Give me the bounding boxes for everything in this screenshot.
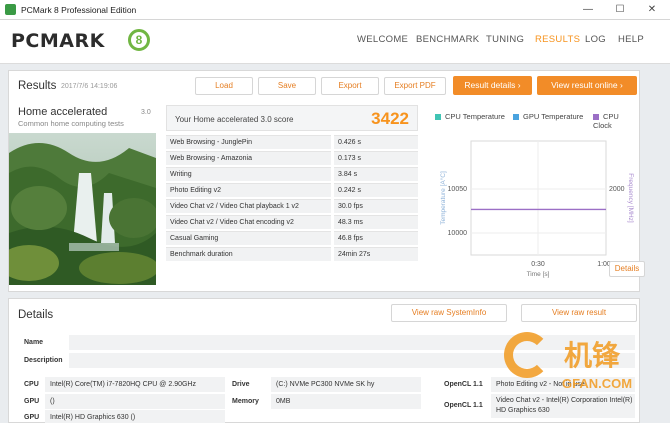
result-details-button[interactable]: Result details › — [453, 76, 532, 95]
result-rows: Web Browsing - JunglePin 0.426 s Web Bro… — [166, 135, 418, 263]
gpu-label: GPU — [24, 398, 40, 405]
table-row: Casual Gaming 46.8 fps — [166, 231, 418, 245]
app-icon — [5, 4, 16, 15]
view-result-online-button[interactable]: View result online › — [537, 76, 637, 95]
nav-welcome[interactable]: WELCOME — [357, 34, 408, 45]
save-button[interactable]: Save — [258, 77, 316, 95]
row-label: Web Browsing - JunglePin — [166, 135, 331, 149]
table-row: Writing 3.84 s — [166, 167, 418, 181]
name-label: Name — [24, 339, 44, 346]
gpu-value: Intel(R) HD Graphics 630 () — [45, 410, 225, 423]
left-axis-label: Temperature [A°C] — [439, 171, 447, 225]
opencl-label: OpenCL 1.1 — [444, 402, 483, 409]
chart-details-button[interactable]: Details — [609, 261, 645, 277]
details-title: Details — [18, 309, 54, 321]
description-label: Description — [24, 357, 63, 364]
benchmark-subtitle: Common home computing tests — [18, 119, 124, 128]
score-label: Your Home accelerated 3.0 score — [175, 115, 294, 124]
row-label: Video Chat v2 / Video Chat playback 1 v2 — [166, 199, 331, 213]
chevron-right-icon: › — [620, 80, 623, 90]
result-details-label: Result details — [464, 80, 516, 90]
maximize-button[interactable]: ☐ — [604, 0, 636, 20]
load-button[interactable]: Load — [195, 77, 253, 95]
row-label: Benchmark duration — [166, 247, 331, 261]
view-result-online-label: View result online — [551, 80, 618, 90]
gpu-label: GPU — [24, 414, 40, 421]
table-row: Web Browsing - JunglePin 0.426 s — [166, 135, 418, 149]
nav-benchmark[interactable]: BENCHMARK — [416, 34, 479, 45]
watermark-cn-text: 机锋 — [564, 339, 621, 372]
row-value: 48.3 ms — [334, 215, 418, 229]
window-title: PCMark 8 Professional Edition — [21, 5, 137, 15]
row-label: Writing — [166, 167, 331, 181]
row-value: 30.0 fps — [334, 199, 418, 213]
results-date: 2017/7/6 14:19:06 — [61, 83, 118, 90]
results-panel: Results 2017/7/6 14:19:06 Load Save Expo… — [8, 70, 645, 292]
chart-plot: 10050 10000 2000 0:30 1:00 Time [s] Temp… — [439, 140, 634, 278]
left-tick-label: 10000 — [448, 230, 468, 237]
row-value: 0.242 s — [334, 183, 418, 197]
view-raw-result-button[interactable]: View raw result — [521, 304, 637, 322]
chevron-right-icon: › — [517, 80, 521, 90]
left-tick-label: 10050 — [448, 186, 468, 193]
benchmark-version: 3.0 — [141, 109, 151, 116]
close-button[interactable]: ✕ — [636, 0, 668, 20]
nav-results[interactable]: RESULTS — [535, 34, 580, 45]
pcmark-logo: PCMARK — [11, 30, 105, 52]
memory-value: 0MB — [271, 394, 421, 409]
export-pdf-button[interactable]: Export PDF — [384, 77, 446, 95]
row-label: Web Browsing - Amazonia — [166, 151, 331, 165]
row-value: 0.426 s — [334, 135, 418, 149]
benchmark-card: Home accelerated 3.0 Common home computi… — [9, 101, 159, 288]
drive-value: (C:) NVMe PC300 NVMe SK hy — [271, 377, 421, 392]
row-value: 3.84 s — [334, 167, 418, 181]
row-value: 24min 27s — [334, 247, 418, 261]
cpu-label: CPU — [24, 381, 39, 388]
watermark-url: GFAN.COM — [562, 376, 633, 391]
nav-help[interactable]: HELP — [618, 34, 644, 45]
table-row: Web Browsing - Amazonia 0.173 s — [166, 151, 418, 165]
right-tick-label: 2000 — [609, 186, 625, 193]
opencl-label: OpenCL 1.1 — [444, 381, 483, 388]
memory-label: Memory — [232, 398, 259, 405]
app-header: PCMARK 8 WELCOME BENCHMARK TUNING RESULT… — [0, 20, 670, 64]
drive-label: Drive — [232, 381, 250, 388]
table-row: Benchmark duration 24min 27s — [166, 247, 418, 261]
x-tick-label: 0:30 — [531, 261, 545, 268]
cpu-value: Intel(R) Core(TM) i7-7820HQ CPU @ 2.90GH… — [45, 377, 225, 392]
results-title: Results — [18, 80, 57, 92]
row-label: Photo Editing v2 — [166, 183, 331, 197]
export-button[interactable]: Export — [321, 77, 379, 95]
table-row: Video Chat v2 / Video Chat playback 1 v2… — [166, 199, 418, 213]
row-value: 0.173 s — [334, 151, 418, 165]
benchmark-waterfall-image — [9, 133, 156, 285]
row-label: Casual Gaming — [166, 231, 331, 245]
monitoring-chart: CPU Temperature GPU Temperature CPU Cloc… — [425, 103, 645, 284]
score-header: Your Home accelerated 3.0 score 3422 — [166, 105, 418, 131]
nav-log[interactable]: LOG — [585, 34, 606, 45]
row-label: Video Chat v2 / Video Chat encoding v2 — [166, 215, 331, 229]
view-raw-systeminfo-button[interactable]: View raw SystemInfo — [391, 304, 507, 322]
gpu-value: () — [45, 394, 225, 409]
gfan-watermark: 机锋 GFAN.COM — [500, 330, 670, 410]
benchmark-name: Home accelerated — [18, 106, 108, 118]
minimize-button[interactable]: — — [572, 0, 604, 20]
gfan-logo-icon — [504, 332, 550, 378]
nav-tuning[interactable]: TUNING — [486, 34, 524, 45]
right-axis-label: Frequency [MHz] — [627, 173, 634, 223]
table-row: Video Chat v2 / Video Chat encoding v2 4… — [166, 215, 418, 229]
x-axis-label: Time [s] — [527, 271, 550, 278]
table-row: Photo Editing v2 0.242 s — [166, 183, 418, 197]
score-value: 3422 — [371, 109, 409, 128]
pcmark-8-logo-icon: 8 — [128, 29, 150, 51]
row-value: 46.8 fps — [334, 231, 418, 245]
title-bar: PCMark 8 Professional Edition — ☐ ✕ — [0, 0, 670, 20]
